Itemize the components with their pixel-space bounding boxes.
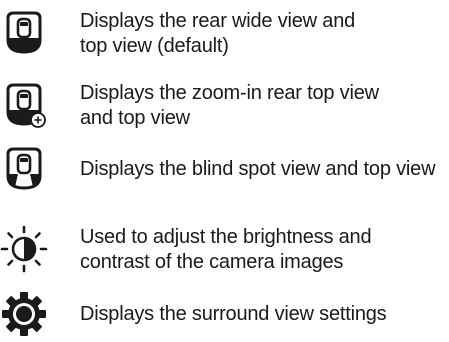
view-option-description: Displays the rear wide view and top view… xyxy=(80,9,355,59)
description-line: Displays the zoom-in rear top view xyxy=(80,82,379,104)
surround-view-settings-description: Displays the surround view settings xyxy=(80,302,387,327)
description-line: Used to adjust the brightness and xyxy=(80,226,372,248)
blind-spot-view-icon[interactable] xyxy=(0,146,52,198)
settings-gear-icon[interactable] xyxy=(0,290,52,342)
zoom-rear-top-view-icon[interactable] xyxy=(0,82,52,134)
description-line: contrast of the camera images xyxy=(80,251,344,273)
rear-wide-top-view-icon[interactable] xyxy=(0,10,52,62)
view-option-description: Displays the zoom-in rear top view and t… xyxy=(80,81,379,131)
description-line: Displays the blind spot view and top vie… xyxy=(80,158,436,180)
brightness-contrast-description: Used to adjust the brightness and contra… xyxy=(80,225,372,275)
brightness-contrast-icon[interactable] xyxy=(0,225,52,277)
description-line: top view (default) xyxy=(80,35,229,57)
description-line: Displays the surround view settings xyxy=(80,303,387,325)
description-line: and top view xyxy=(80,107,190,129)
description-line: Displays the rear wide view and xyxy=(80,10,356,32)
view-option-description: Displays the blind spot view and top vie… xyxy=(80,157,436,182)
